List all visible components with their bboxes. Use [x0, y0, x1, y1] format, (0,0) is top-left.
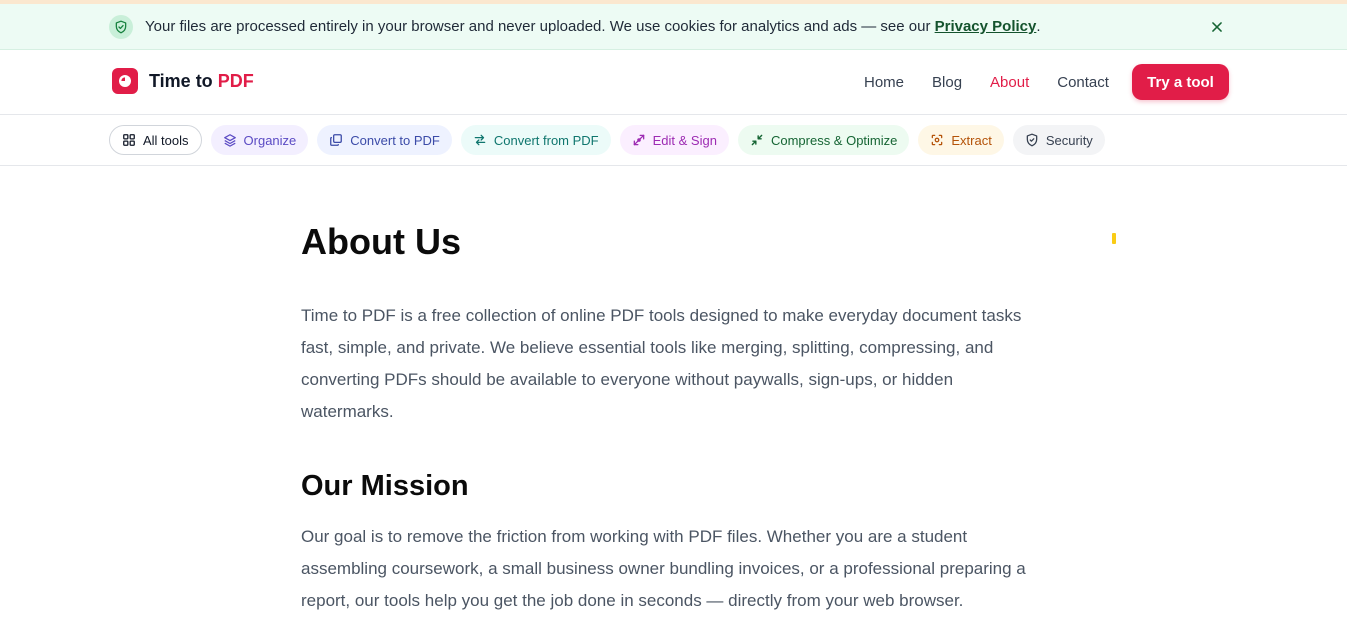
- mission-paragraph: Our goal is to remove the friction from …: [301, 527, 1026, 610]
- category-convert-from-pdf[interactable]: Convert from PDF: [460, 125, 611, 155]
- shrink-icon: [751, 134, 763, 146]
- category-edit-sign[interactable]: Edit & Sign: [619, 125, 729, 155]
- category-bar: All tools Organize Convert to PDF Conver…: [0, 115, 1347, 166]
- category-convert-to-pdf[interactable]: Convert to PDF: [317, 125, 452, 155]
- category-label: Convert to PDF: [350, 132, 440, 148]
- try-a-tool-button[interactable]: Try a tool: [1132, 64, 1229, 100]
- logo-text: Time to PDF: [149, 70, 254, 91]
- category-label: Security: [1045, 132, 1093, 148]
- decorative-marker: [1112, 233, 1116, 244]
- site-logo[interactable]: Time to PDF: [112, 68, 254, 94]
- category-all-tools[interactable]: All tools: [109, 125, 202, 155]
- layers-icon: [223, 134, 236, 147]
- copy-icon: [330, 134, 343, 146]
- privacy-policy-link[interactable]: Privacy Policy: [935, 18, 1037, 35]
- intro-paragraph: Time to PDF is a free collection of onli…: [301, 306, 1022, 421]
- category-label: Compress & Optimize: [770, 132, 898, 148]
- notice-text: Your files are processed entirely in you…: [145, 18, 1041, 35]
- nav-blog[interactable]: Blog: [932, 74, 962, 91]
- shield-check-icon: [109, 15, 133, 39]
- nav-about[interactable]: About: [990, 74, 1029, 91]
- category-label: Convert from PDF: [493, 132, 599, 148]
- category-label: Extract: [951, 132, 992, 148]
- category-label: Edit & Sign: [652, 132, 717, 148]
- category-label: Organize: [243, 132, 297, 148]
- category-label: All tools: [143, 132, 189, 148]
- mission-heading: Our Mission: [301, 470, 469, 502]
- pen-tool-icon: [633, 134, 644, 146]
- scan-icon: [932, 134, 943, 146]
- nav-contact[interactable]: Contact: [1057, 74, 1109, 91]
- grid-icon: [123, 134, 135, 146]
- swap-arrows-icon: [474, 134, 486, 146]
- page-title: About Us: [301, 221, 461, 262]
- close-icon[interactable]: [1207, 17, 1227, 37]
- category-compress-optimize[interactable]: Compress & Optimize: [737, 125, 910, 155]
- privacy-notice-banner: Your files are processed entirely in you…: [0, 4, 1347, 50]
- clock-icon: [112, 68, 138, 94]
- category-extract[interactable]: Extract: [918, 125, 1004, 155]
- shield-icon: [1026, 133, 1038, 147]
- site-header: Time to PDF Home Blog About Contact Try …: [0, 50, 1347, 115]
- category-organize[interactable]: Organize: [210, 125, 309, 155]
- about-content: About Us Time to PDF is a free collectio…: [301, 222, 1041, 617]
- category-security[interactable]: Security: [1012, 125, 1105, 155]
- main-nav: Home Blog About Contact: [864, 74, 1109, 91]
- nav-home[interactable]: Home: [864, 74, 904, 91]
